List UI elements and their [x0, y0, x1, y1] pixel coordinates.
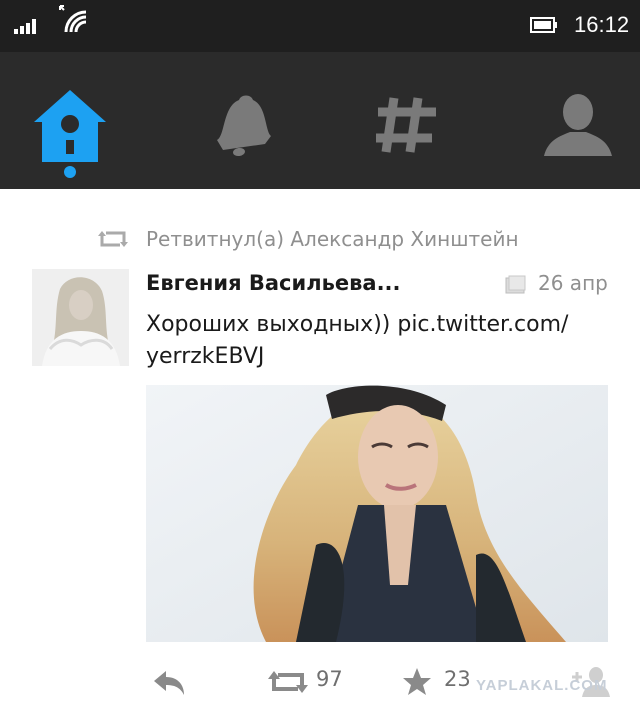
retweet-icon [98, 231, 128, 247]
favorite-count: 23 [444, 667, 471, 691]
wifi-icon [59, 5, 87, 33]
battery-icon [530, 17, 557, 33]
tab-home[interactable] [32, 88, 108, 184]
tab-notifications[interactable] [205, 92, 281, 188]
birdhouse-icon [34, 90, 106, 178]
tab-profile[interactable] [540, 92, 616, 188]
bell-icon [217, 95, 271, 157]
star-icon[interactable] [402, 667, 432, 697]
avatar-image [32, 269, 129, 366]
signal-icon [14, 19, 36, 34]
avatar[interactable] [32, 269, 129, 366]
tab-bar [0, 52, 640, 189]
person-icon [544, 94, 612, 156]
status-bar: 16:12 [0, 0, 640, 52]
retweet-button-icon[interactable] [268, 669, 308, 695]
reply-icon[interactable] [152, 669, 186, 697]
timeline: Ретвитнул(а) Александр Хинштейн Евгения … [0, 189, 640, 712]
clock: 16:12 [574, 12, 630, 37]
author-name[interactable]: Евгения Васильева... [146, 271, 401, 295]
photo-image [146, 385, 608, 642]
tweet-date: 26 апр [538, 271, 608, 295]
tweet-text: Хороших выходных)) pic.twitter.com/ yerr… [146, 312, 569, 369]
hashtag-icon [376, 97, 436, 153]
retweet-count: 97 [316, 667, 343, 691]
watermark: YAPLAKAL.COM [476, 677, 608, 694]
retweet-context-text: Ретвитнул(а) Александр Хинштейн [146, 227, 519, 251]
tweet-photo[interactable] [146, 385, 608, 642]
media-icon [505, 275, 526, 294]
tab-discover[interactable] [372, 92, 448, 188]
